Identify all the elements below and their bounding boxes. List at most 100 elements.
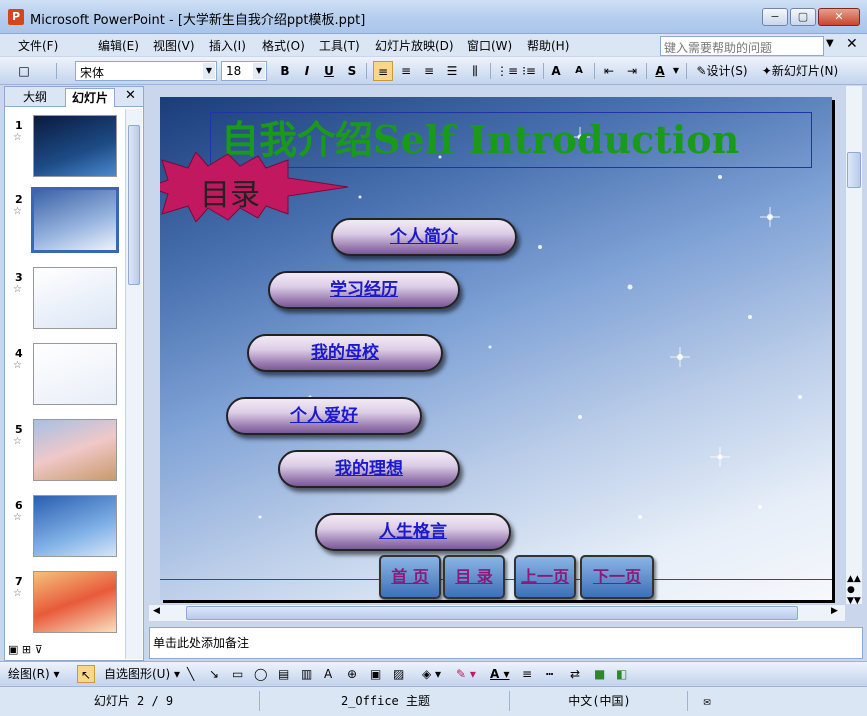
rectangle-tool-icon[interactable]: ▭ [232,665,243,683]
shadow-style-icon[interactable]: ■ [594,665,605,683]
vertical-textbox-icon[interactable]: ▥ [301,665,312,683]
nav-toc-button[interactable]: 目 录 [443,555,505,599]
font-color-button[interactable]: A [651,61,669,81]
font-color-icon[interactable]: A ▾ [490,665,510,683]
menu-help[interactable]: 帮助(H) [527,37,569,54]
align-right-icon[interactable]: ≡ [419,61,439,81]
notes-pane[interactable]: 单击此处添加备注 [149,627,863,659]
minimize-button[interactable]: − [762,8,788,26]
powerpoint-icon[interactable]: P [8,9,24,25]
dash-style-icon[interactable]: ┅ [546,665,553,683]
spellcheck-icon[interactable]: ✉ [692,691,722,711]
vertical-scrollbar[interactable] [845,86,862,604]
justify-icon[interactable]: ☰ [442,61,462,81]
font-size-select[interactable]: 18 ▼ [221,61,267,81]
slide-thumbnail-1[interactable]: 1 ☆ [5,113,125,179]
menu-format[interactable]: 格式(O) [262,37,305,54]
decrease-indent-icon[interactable]: ⇤ [599,61,619,81]
slide-thumbnail-4[interactable]: 4 ☆ [5,341,125,407]
new-document-icon[interactable]: □ [12,61,36,81]
toc-link-education[interactable]: 学习经历 [268,271,460,309]
tab-slides[interactable]: 幻灯片 [65,88,116,107]
shrink-font-button[interactable]: A [570,61,588,81]
close-icon[interactable]: ✕ [125,88,136,103]
nav-prev-button[interactable]: 上一页 [514,555,576,599]
maximize-button[interactable]: ▢ [790,8,816,26]
nav-next-button[interactable]: 下一页 [580,555,654,599]
align-left-button[interactable]: ≡ [373,61,393,81]
slide-thumbnail-2[interactable]: 2 ☆ [5,187,125,253]
select-browse-icon[interactable]: ● [847,585,861,596]
grow-font-button[interactable]: A [547,61,565,81]
next-slide-icon[interactable]: ▼▼ [847,596,861,607]
normal-view-icon[interactable]: ▣ [8,643,18,656]
slide-sorter-icon[interactable]: ⊞ [22,643,31,656]
scrollbar-thumb[interactable] [186,606,798,620]
arrow-tool-icon[interactable]: ↘ [209,665,219,683]
slide-thumbnail-7[interactable]: 7 ☆ [5,569,125,635]
bullet-list-icon[interactable]: ⁝≡ [519,61,539,81]
arrow-style-icon[interactable]: ⇄ [570,665,580,683]
numbered-list-icon[interactable]: ⋮≡ [496,61,518,81]
menu-slideshow[interactable]: 幻灯片放映(D) [375,37,454,54]
new-slide-button[interactable]: ✦新幻灯片(N) [756,61,844,81]
tab-outline[interactable]: 大纲 [17,88,53,107]
increase-indent-icon[interactable]: ⇥ [622,61,642,81]
underline-button[interactable]: U [320,61,338,81]
bold-button[interactable]: B [276,61,294,81]
toc-link-hobbies[interactable]: 个人爱好 [226,397,422,435]
columns-icon[interactable]: ⫼ [465,61,485,81]
toc-link-alma-mater[interactable]: 我的母校 [247,334,443,372]
slide-thumbnail-5[interactable]: 5 ☆ [5,417,125,483]
slide-thumbnail-6[interactable]: 6 ☆ [5,493,125,559]
wordart-icon[interactable]: A [324,665,332,683]
shadow-button[interactable]: S [343,61,361,81]
document-close-button[interactable]: ✕ [846,36,858,52]
draw-menu-button[interactable]: 绘图(R) ▾ [8,665,60,683]
menu-tools[interactable]: 工具(T) [319,37,360,54]
menu-edit[interactable]: 编辑(E) [98,37,139,54]
help-search-input[interactable]: 键入需要帮助的问题 [660,36,824,56]
textbox-tool-icon[interactable]: ▤ [278,665,289,683]
chevron-down-icon[interactable]: ▼ [203,63,215,79]
align-center-icon[interactable]: ≡ [396,61,416,81]
chevron-down-icon[interactable]: ▼ [671,61,681,81]
menu-window[interactable]: 窗口(W) [467,37,512,54]
slide-thumbnail-3[interactable]: 3 ☆ [5,265,125,331]
picture-icon[interactable]: ▨ [393,665,404,683]
slide-number: 6 [15,499,23,512]
font-name-select[interactable]: 宋体 ▼ [75,61,217,81]
select-pointer-icon[interactable]: ↖ [77,665,95,683]
nav-home-button[interactable]: 首 页 [379,555,441,599]
line-color-icon[interactable]: ✎ ▾ [456,665,476,683]
scroll-right-icon[interactable]: ▶ [831,606,838,616]
previous-slide-icon[interactable]: ▲▲ [847,574,861,585]
chevron-down-icon[interactable]: ▼ [826,38,834,49]
3d-style-icon[interactable]: ◧ [616,665,627,683]
toc-link-motto[interactable]: 人生格言 [315,513,511,551]
slide-canvas[interactable]: 自我介绍Self Introduction 目录 个人简介 学习经历 我的母校 … [160,97,832,600]
design-button[interactable]: ✎设计(S) [692,61,752,81]
pane-scrollbar[interactable] [125,109,142,659]
horizontal-scrollbar[interactable]: ◀ ▶ [149,604,845,621]
line-tool-icon[interactable]: ╲ [187,665,194,683]
line-style-icon[interactable]: ≡ [522,665,532,683]
design-icon: ✎ [696,64,707,78]
close-button[interactable]: ✕ [818,8,860,26]
autoshapes-menu-button[interactable]: 自选图形(U) ▾ [104,665,180,683]
oval-tool-icon[interactable]: ◯ [254,665,267,683]
slideshow-icon[interactable]: ⊽ [35,643,43,656]
scroll-left-icon[interactable]: ◀ [153,606,160,616]
chevron-down-icon[interactable]: ▼ [253,63,265,79]
menu-view[interactable]: 视图(V) [153,37,195,54]
menu-insert[interactable]: 插入(I) [209,37,246,54]
clipart-icon[interactable]: ▣ [370,665,381,683]
italic-button[interactable]: I [298,61,316,81]
toc-link-profile[interactable]: 个人简介 [331,218,517,256]
toc-link-ideals[interactable]: 我的理想 [278,450,460,488]
fill-color-icon[interactable]: ◈ ▾ [422,665,441,683]
menu-file[interactable]: 文件(F) [18,37,58,54]
scrollbar-thumb[interactable] [847,152,861,188]
diagram-icon[interactable]: ⊕ [347,665,357,683]
scrollbar-thumb[interactable] [128,125,140,285]
